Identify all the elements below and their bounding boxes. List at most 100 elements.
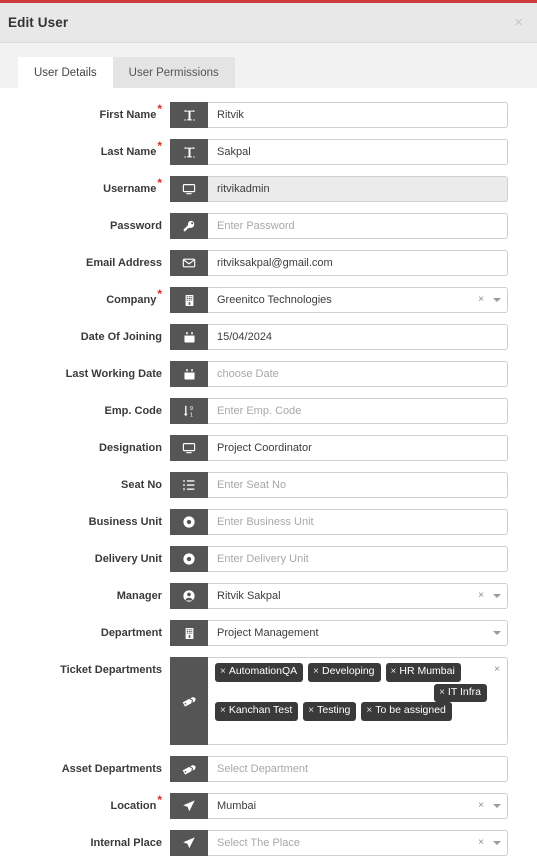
select-department[interactable]: Project Management	[208, 620, 508, 646]
field-control-email-address: ritviksakpal@gmail.com	[170, 250, 508, 276]
field-value: ritviksakpal@gmail.com	[217, 257, 333, 269]
select-internal-place[interactable]: Select The Place ×	[208, 830, 508, 856]
input-last-working-date[interactable]: choose Date	[208, 361, 508, 387]
select-tools: ×	[470, 838, 501, 848]
field-label-seat-no: Seat No	[121, 479, 162, 491]
field-label-asset-departments: Asset Departments	[61, 763, 162, 775]
tag-label: To be assigned	[375, 704, 446, 716]
field-control-delivery-unit: Enter Delivery Unit	[170, 546, 508, 572]
select-tools: ×	[470, 801, 501, 811]
form-row-first-name: First Name* Ritvik	[0, 102, 537, 128]
field-control-first-name: Ritvik	[170, 102, 508, 128]
svg-text:1: 1	[190, 412, 193, 418]
user-circle-icon	[170, 583, 208, 609]
select-location[interactable]: Mumbai ×	[208, 793, 508, 819]
tag-automationqa[interactable]: × AutomationQA	[215, 663, 304, 682]
clear-selection-icon[interactable]: ×	[478, 591, 484, 601]
remove-tag-icon[interactable]: ×	[313, 666, 319, 677]
field-placeholder: Enter Seat No	[217, 479, 287, 491]
input-password[interactable]: Enter Password	[208, 213, 508, 239]
remove-tag-icon[interactable]: ×	[391, 666, 397, 677]
tabs: User Details User Permissions	[18, 57, 537, 88]
calendar-icon	[170, 361, 208, 387]
chevron-down-icon[interactable]	[493, 804, 501, 808]
field-control-emp-code: 9 1 Enter Emp. Code	[170, 398, 508, 424]
form-row-seat-no: Seat No Enter Seat No	[0, 472, 537, 498]
tag-testing[interactable]: × Testing	[303, 702, 357, 721]
field-value: Ritvik Sakpal	[217, 590, 281, 602]
input-date-of-joining[interactable]: 15/04/2024	[208, 324, 508, 350]
field-control-seat-no: Enter Seat No	[170, 472, 508, 498]
input-email-address[interactable]: ritviksakpal@gmail.com	[208, 250, 508, 276]
multiselect-ticket-departments[interactable]: × × AutomationQA × Developing × HR Mumbai × IT I…	[208, 657, 508, 745]
field-placeholder: choose Date	[217, 368, 279, 380]
tag-label: Developing	[321, 665, 375, 677]
form-row-asset-departments: Asset Departments Select Department	[0, 756, 537, 782]
form-row-delivery-unit: Delivery Unit Enter Delivery Unit	[0, 546, 537, 572]
field-label-delivery-unit: Delivery Unit	[94, 553, 162, 565]
field-label-date-of-joining: Date Of Joining	[80, 331, 162, 343]
tag-it-infra[interactable]: × IT Infra	[434, 683, 487, 702]
chevron-down-icon[interactable]	[493, 594, 501, 598]
tag-to-be-assigned[interactable]: × To be assigned	[361, 702, 452, 721]
field-value: Ritvik	[217, 109, 244, 121]
field-control-company: Greenitco Technologies ×	[170, 287, 508, 313]
input-first-name[interactable]: Ritvik	[208, 102, 508, 128]
field-placeholder: Select The Place	[217, 837, 300, 849]
form-row-company: Company* Greenitco Technologies ×	[0, 287, 537, 313]
tab-user-permissions[interactable]: User Permissions	[112, 57, 235, 88]
form-row-internal-place: Internal Place Select The Place ×	[0, 830, 537, 856]
field-placeholder: Enter Business Unit	[217, 516, 314, 528]
close-icon[interactable]: ×	[510, 13, 527, 32]
field-value: Project Management	[217, 627, 319, 639]
field-label-first-name: First Name*	[99, 102, 162, 121]
select-company[interactable]: Greenitco Technologies ×	[208, 287, 508, 313]
field-label-company: Company*	[106, 287, 162, 306]
tab-user-details[interactable]: User Details	[18, 57, 113, 88]
monitor-icon	[170, 435, 208, 461]
field-placeholder: Select Department	[217, 763, 309, 775]
chevron-down-icon[interactable]	[493, 631, 501, 635]
form-row-last-name: Last Name* Sakpal	[0, 139, 537, 165]
remove-tag-icon[interactable]: ×	[220, 666, 226, 677]
chevron-down-icon[interactable]	[493, 841, 501, 845]
input-business-unit[interactable]: Enter Business Unit	[208, 509, 508, 535]
field-label-last-name: Last Name*	[100, 139, 162, 158]
field-value: Project Coordinator	[217, 442, 312, 454]
field-control-location: Mumbai ×	[170, 793, 508, 819]
input-username: ritvikadmin	[208, 176, 508, 202]
remove-tag-icon[interactable]: ×	[366, 705, 372, 716]
field-value: Greenitco Technologies	[217, 294, 332, 306]
input-seat-no[interactable]: Enter Seat No	[208, 472, 508, 498]
clear-selection-icon[interactable]: ×	[478, 838, 484, 848]
field-label-emp-code: Emp. Code	[104, 405, 162, 417]
input-delivery-unit[interactable]: Enter Delivery Unit	[208, 546, 508, 572]
field-control-department: Project Management	[170, 620, 508, 646]
input-asset-departments[interactable]: Select Department	[208, 756, 508, 782]
clear-all-icon[interactable]: ×	[494, 664, 500, 675]
tag-developing[interactable]: × Developing	[308, 663, 381, 682]
input-emp-code[interactable]: Enter Emp. Code	[208, 398, 508, 424]
calendar-icon	[170, 324, 208, 350]
form-row-location: Location* Mumbai ×	[0, 793, 537, 819]
location-icon	[170, 830, 208, 856]
tag-kanchan-test[interactable]: × Kanchan Test	[215, 702, 299, 721]
field-control-designation: Project Coordinator	[170, 435, 508, 461]
input-last-name[interactable]: Sakpal	[208, 139, 508, 165]
select-manager[interactable]: Ritvik Sakpal ×	[208, 583, 508, 609]
clear-selection-icon[interactable]: ×	[478, 295, 484, 305]
field-value: Mumbai	[217, 800, 257, 812]
form-row-emp-code: Emp. Code 9 1 Enter Emp. Code	[0, 398, 537, 424]
clear-selection-icon[interactable]: ×	[478, 801, 484, 811]
field-placeholder: Enter Delivery Unit	[217, 553, 309, 565]
form-row-business-unit: Business Unit Enter Business Unit	[0, 509, 537, 535]
sort-numeric-icon: 91	[170, 398, 208, 424]
tag-hr-mumbai[interactable]: × HR Mumbai	[385, 663, 461, 682]
remove-tag-icon[interactable]: ×	[220, 705, 226, 716]
form-row-ticket-departments: Ticket Departments × × AutomationQA × Develop…	[0, 657, 537, 745]
remove-tag-icon[interactable]: ×	[439, 687, 445, 698]
text-format-icon	[170, 139, 208, 165]
input-designation[interactable]: Project Coordinator	[208, 435, 508, 461]
chevron-down-icon[interactable]	[493, 298, 501, 302]
remove-tag-icon[interactable]: ×	[308, 705, 314, 716]
